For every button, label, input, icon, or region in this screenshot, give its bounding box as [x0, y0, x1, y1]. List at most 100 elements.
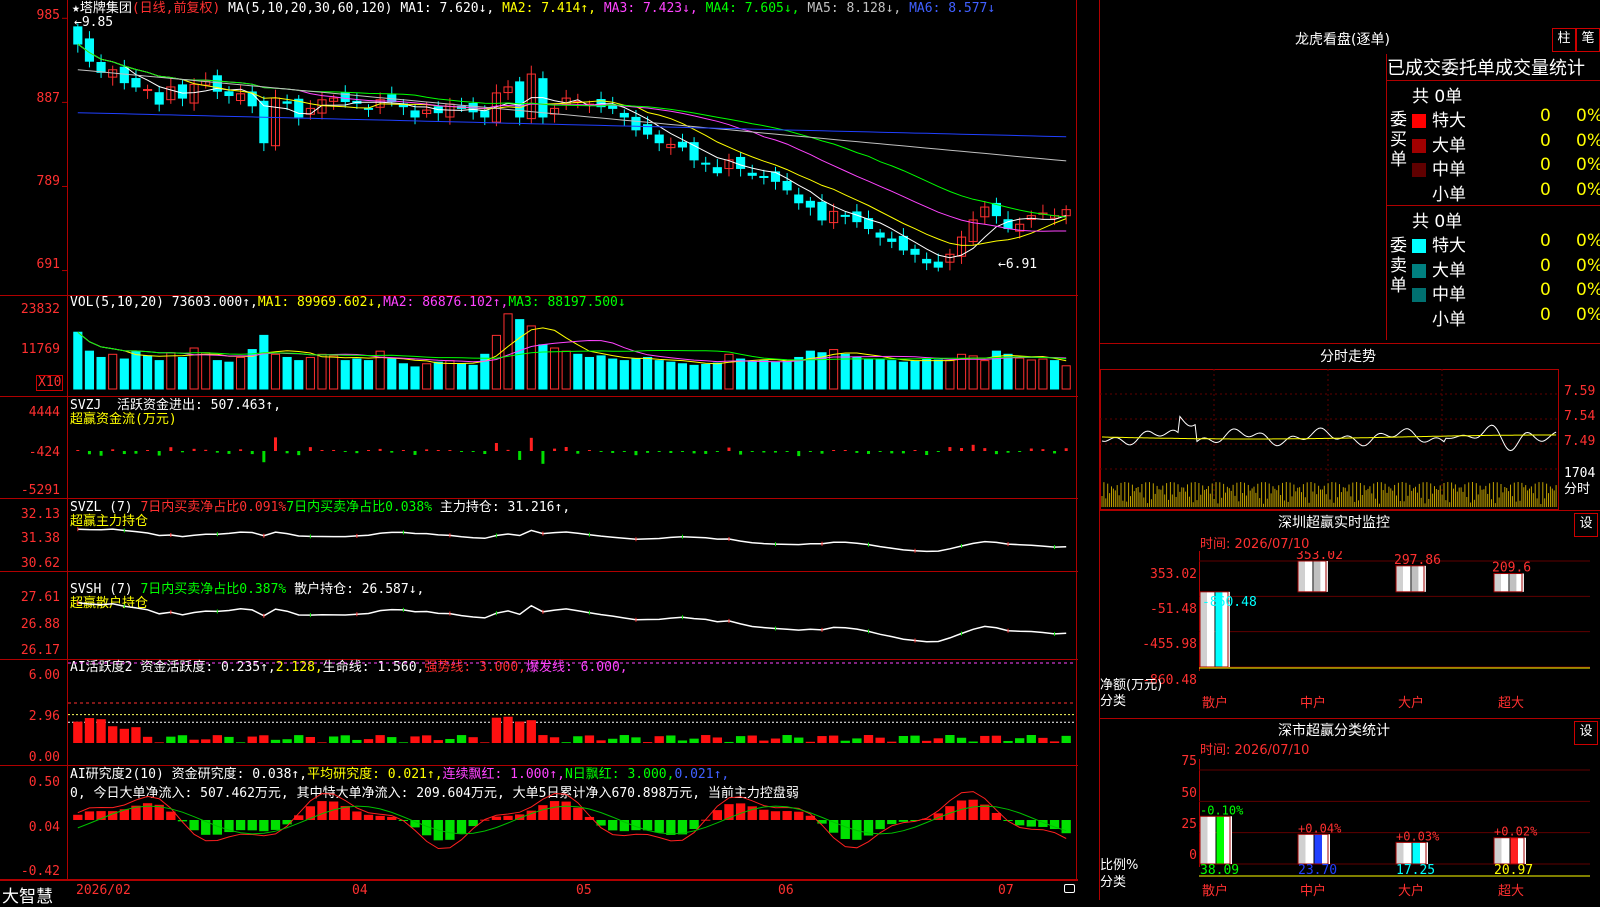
volume-bar: [980, 360, 990, 390]
class-bar: [1297, 833, 1330, 865]
svsh-chart[interactable]: [0, 572, 1078, 660]
candle: [922, 258, 932, 264]
left-chart-area[interactable]: ★塔牌集团(日线,前复权) MA(5,10,20,30,60,120) MA1:…: [0, 0, 1078, 907]
research-bar: [770, 811, 781, 820]
volume-bar: [270, 353, 281, 390]
activity-bar: [747, 735, 757, 743]
research-bar: [317, 801, 327, 820]
activity-bar: [317, 742, 327, 743]
sell-pct: 0%: [1576, 280, 1600, 300]
flow-bar: [460, 451, 464, 452]
volume-bar: [526, 325, 536, 390]
tick-mode-button[interactable]: 笔: [1576, 28, 1600, 52]
flow-bar: [855, 451, 859, 453]
flow-bar: [983, 448, 987, 451]
volume-bar: [352, 358, 362, 390]
intraday-price-line: [1101, 415, 1557, 452]
bar-mode-button[interactable]: 柱: [1552, 28, 1576, 52]
volume-bar: [724, 353, 734, 390]
candlestick-chart[interactable]: [0, 0, 1078, 296]
class-bar-segment: [1305, 834, 1314, 864]
ai-activity-chart[interactable]: [0, 660, 1078, 766]
volume-bar: [759, 360, 769, 390]
volume-bar: [805, 350, 815, 390]
monitor-bar-segment: [1494, 573, 1502, 592]
flow-bar: [436, 450, 440, 451]
flow-bar: [425, 449, 429, 451]
lock-icon[interactable]: [1064, 884, 1075, 893]
volume-chart[interactable]: [0, 295, 1078, 397]
candle: [701, 162, 711, 165]
class-value-label: 20.97: [1494, 863, 1533, 878]
research-bar: [445, 820, 455, 840]
class-bar-segment: [1224, 816, 1232, 864]
activity-bar: [596, 740, 606, 743]
flow-bar: [704, 451, 708, 454]
activity-bar: [108, 726, 118, 743]
volume-bar: [887, 360, 897, 390]
research-bar: [991, 812, 1002, 820]
sell-count: 0: [1540, 280, 1551, 300]
monitor-y-tick-1: -51.48: [1150, 602, 1197, 617]
volume-bar: [445, 360, 455, 390]
activity-bar: [608, 738, 618, 743]
monitor-settings-button[interactable]: 设: [1574, 513, 1598, 537]
candle: [119, 66, 129, 84]
flow-bar: [297, 451, 301, 456]
activity-bar: [828, 735, 839, 743]
svzl-y-tick-0: 32.13: [20, 507, 60, 522]
vol-unit-badge: X10: [36, 375, 64, 391]
ai-research-chart[interactable]: [0, 766, 1078, 880]
flow-bar: [785, 451, 789, 452]
candle: [96, 62, 106, 73]
class-y-tick-1: 50: [1181, 786, 1197, 801]
buy-label: 大单: [1432, 135, 1466, 156]
research-bar: [491, 816, 502, 820]
flow-bar: [1018, 451, 1022, 452]
sell-row: 中单 0 0%: [1412, 280, 1600, 305]
research-bar: [980, 804, 990, 820]
flow-bar: [832, 450, 836, 451]
volume-bar: [317, 353, 327, 390]
volume-bar: [166, 352, 176, 390]
candle: [759, 175, 769, 178]
class-change-label: -0.10%: [1200, 803, 1244, 817]
candle: [840, 214, 850, 217]
sell-row: 特大 0 0%: [1412, 231, 1600, 256]
research-bar: [608, 820, 618, 831]
candle: [515, 81, 525, 118]
monitor-y-title: 净额(万元): [1100, 678, 1163, 693]
volume-bar: [677, 363, 688, 390]
vol-y-tick-0: 23832: [20, 302, 60, 317]
candle: [933, 261, 943, 268]
volume-bar: [131, 350, 141, 390]
flow-bar: [413, 451, 417, 455]
activity-bar: [1003, 740, 1013, 743]
monitor-value-label: 297.86: [1394, 553, 1441, 568]
research-bar: [259, 820, 269, 832]
monitor-bar-segment: [1516, 573, 1524, 592]
activity-bar: [887, 741, 897, 743]
sell-label: 小单: [1432, 309, 1466, 330]
buy-pct: 0%: [1576, 155, 1600, 175]
volume-bar: [910, 360, 920, 390]
flow-bar: [680, 451, 684, 452]
volume-bar: [1026, 359, 1036, 390]
flow-bar: [471, 451, 475, 452]
volume-bar: [119, 358, 129, 390]
monitor-bar-segment: [1298, 561, 1306, 592]
volume-bar: [1015, 357, 1025, 390]
research-bar: [1015, 820, 1025, 826]
intraday-panel: 分时走势 7.59 7.54 7.49 1704 分时: [1100, 345, 1600, 510]
intraday-chart[interactable]: [1100, 369, 1600, 510]
svzj-chart[interactable]: [0, 397, 1078, 499]
sell-swatch: [1412, 288, 1426, 302]
class-bar-segment: [1510, 837, 1519, 864]
flow-bar: [111, 449, 115, 451]
dragon-tabs[interactable]: 已成交委托单成交量统计: [1386, 54, 1600, 81]
research-bar: [968, 799, 978, 820]
class-cat-2: 大户: [1398, 884, 1425, 899]
research-bar: [270, 820, 281, 830]
volume-bar: [968, 355, 978, 390]
svzl-chart[interactable]: [0, 499, 1078, 572]
